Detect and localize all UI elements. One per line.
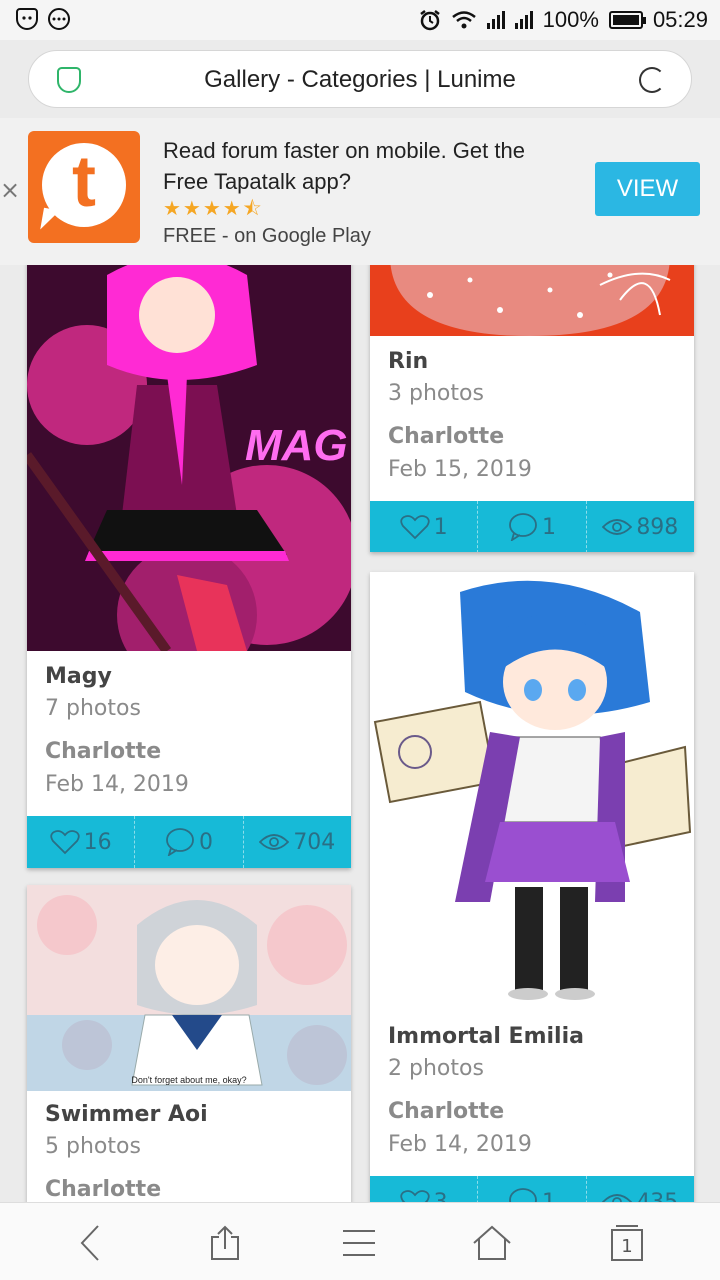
card-thumbnail[interactable]: MAGY [27, 265, 351, 651]
eye-icon [602, 1194, 633, 1202]
card-thumbnail[interactable] [370, 572, 694, 1013]
card-title[interactable]: Magy [45, 661, 333, 693]
likes-stat[interactable]: 16 [27, 816, 136, 868]
menu-icon[interactable] [339, 1223, 379, 1263]
views-stat: 704 [244, 816, 351, 868]
gallery-card[interactable]: Don't forget about me, okay? Swimmer Aoi… [27, 885, 351, 1202]
signal-icon [514, 11, 533, 29]
shield-icon [16, 8, 38, 30]
app-install-banner: × t Read forum faster on mobile. Get the… [0, 118, 720, 265]
views-stat: 435 [587, 1176, 694, 1202]
view-button[interactable]: VIEW [595, 162, 700, 216]
comment-icon [166, 828, 194, 856]
comments-stat[interactable]: 0 [135, 816, 244, 868]
battery-percent: 100% [542, 7, 599, 32]
eye-icon [602, 519, 633, 535]
card-title[interactable]: Swimmer Aoi [45, 1099, 333, 1131]
rating-stars: ★★★★⯪ [163, 198, 264, 220]
card-stats: 3 1 435 [370, 1176, 694, 1202]
gallery-card[interactable]: MAGY Magy 7 photos Charlotte Feb 14, 201… [27, 265, 351, 868]
page-title[interactable]: Gallery - Categories | Lunime [99, 66, 621, 94]
home-icon[interactable] [472, 1223, 512, 1263]
card-title[interactable]: Immortal Emilia [388, 1021, 676, 1053]
alarm-icon [419, 10, 440, 31]
heart-icon [50, 830, 80, 855]
message-icon [48, 8, 70, 30]
status-bar: 100% 05:29 [0, 0, 720, 40]
card-thumbnail[interactable]: Don't forget about me, okay? [27, 885, 351, 1091]
gallery-grid: MAGY Magy 7 photos Charlotte Feb 14, 201… [0, 265, 720, 1202]
card-author[interactable]: Charlotte [388, 1095, 676, 1129]
photo-count: 5 photos [45, 1134, 141, 1159]
comment-icon [509, 513, 537, 541]
gallery-card[interactable]: Immortal Emilia 2 photos Charlotte Feb 1… [370, 572, 694, 1202]
address-bar[interactable]: Gallery - Categories | Lunime [28, 50, 692, 108]
eye-icon [259, 834, 290, 850]
card-date: Feb 15, 2019 [388, 457, 532, 482]
photo-count: 2 photos [388, 1056, 484, 1081]
views-stat: 898 [587, 501, 694, 552]
comments-stat[interactable]: 1 [478, 1176, 587, 1202]
aoi-image-text: Don't forget about me, okay? [131, 1075, 246, 1085]
browser-toolbar: 1 [0, 1202, 720, 1280]
reload-icon[interactable] [639, 67, 665, 93]
likes-stat[interactable]: 3 [370, 1176, 479, 1202]
secure-shield-icon [57, 67, 81, 93]
card-date: Feb 14, 2019 [388, 1132, 532, 1157]
clock: 05:29 [652, 7, 708, 32]
comments-stat[interactable]: 1 [478, 501, 587, 552]
card-author[interactable]: Charlotte [45, 735, 333, 769]
battery-icon [608, 11, 646, 29]
wifi-icon [451, 11, 476, 29]
comment-icon [509, 1188, 537, 1202]
photo-count: 3 photos [388, 381, 484, 406]
card-stats: 1 1 898 [370, 501, 694, 552]
tapatalk-logo: t [28, 131, 140, 243]
banner-subtext: FREE - on Google Play [163, 225, 371, 247]
signal-icon [486, 11, 505, 29]
card-author[interactable]: Charlotte [45, 1173, 333, 1202]
banner-headline: Read forum faster on mobile. Get the Fre… [163, 138, 525, 194]
back-icon[interactable] [70, 1223, 110, 1263]
close-icon[interactable]: × [0, 176, 20, 204]
tabs-count: 1 [621, 1236, 633, 1257]
heart-icon [400, 1190, 430, 1202]
card-title[interactable]: Rin [388, 346, 676, 378]
photo-count: 7 photos [45, 696, 141, 721]
magy-image-text: MAGY [245, 421, 351, 470]
share-icon[interactable] [205, 1223, 245, 1263]
heart-icon [400, 515, 430, 540]
tabs-icon[interactable]: 1 [607, 1223, 647, 1263]
gallery-card[interactable]: Rin 3 photos Charlotte Feb 15, 2019 1 1 … [370, 265, 694, 552]
card-author[interactable]: Charlotte [388, 420, 676, 454]
card-stats: 16 0 704 [27, 816, 351, 868]
card-date: Feb 14, 2019 [45, 772, 189, 797]
card-thumbnail[interactable] [370, 265, 694, 336]
likes-stat[interactable]: 1 [370, 501, 479, 552]
